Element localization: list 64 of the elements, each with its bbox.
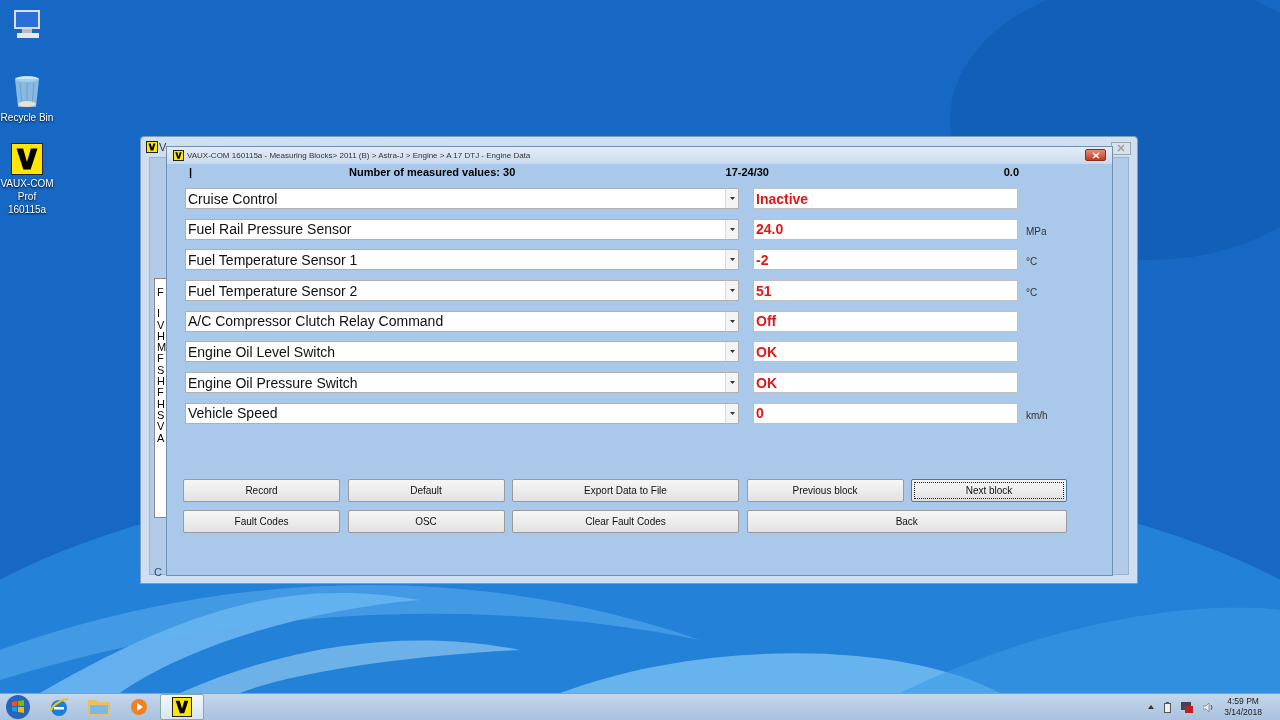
unit-label: °C [1026, 287, 1039, 299]
action-button[interactable]: OSC [347, 509, 505, 533]
value-field: Off [753, 310, 1018, 332]
close-button[interactable] [1085, 149, 1106, 161]
list-item: A [157, 432, 166, 444]
icon-label: VAUX-COM Prof 160115a [0, 177, 54, 216]
network-icon[interactable] [1181, 701, 1194, 713]
measured-values-count: Number of measured values: 30 [349, 166, 517, 178]
value-field: 0 [753, 402, 1018, 424]
action-button[interactable]: Back [746, 509, 1067, 533]
parameter-dropdown[interactable]: Engine Oil Pressure Switch [185, 372, 739, 394]
value-field: OK [753, 372, 1018, 394]
value-field: 24.0 [753, 218, 1018, 240]
value-field: 51 [753, 280, 1018, 302]
v-logo-icon[interactable] [11, 143, 43, 175]
window-title: VAUX-COM 160115a - Measuring Blocks> 2011 (B) > Astra-J > Engine > A 17 DTJ - Engine Data [187, 151, 531, 160]
recycle-bin-icon[interactable] [14, 75, 40, 109]
parameter-dropdown[interactable]: Cruise Control [185, 188, 739, 209]
parameter-dropdown[interactable]: Fuel Temperature Sensor 2 [185, 280, 739, 302]
v-logo-icon [172, 697, 192, 717]
parameter-dropdown[interactable]: Fuel Temperature Sensor 1 [185, 249, 739, 271]
value-field: -2 [753, 249, 1018, 271]
icon-label: Recycle Bin [0, 111, 54, 124]
v-logo-icon [173, 150, 184, 161]
list-item: H [157, 398, 166, 410]
value-field: Inactive [753, 188, 1018, 209]
taskbar-button[interactable] [160, 694, 204, 720]
list-item: S [157, 364, 166, 377]
battery-icon[interactable] [1164, 701, 1172, 713]
action-button[interactable]: Record [183, 478, 340, 502]
parameter-dropdown[interactable]: Fuel Rail Pressure Sensor [185, 218, 739, 240]
speaker-icon[interactable] [1203, 701, 1215, 713]
label: C [154, 566, 162, 578]
list-item: F [157, 353, 165, 365]
reading-value: 0.0 [1002, 166, 1019, 178]
block-range: 17-24/30 [724, 166, 769, 178]
list-item: I [157, 308, 162, 320]
list-item: M [157, 342, 168, 354]
value-field: OK [753, 341, 1018, 363]
action-button[interactable]: Default [347, 478, 505, 502]
action-button[interactable]: Fault Codes [183, 509, 340, 533]
close-icon [1091, 151, 1100, 159]
chevron-up-icon[interactable] [1148, 705, 1155, 709]
list-item: V [157, 319, 166, 331]
clock-date[interactable]: 3/14/2018 [1224, 707, 1262, 718]
unit-label: °C [1026, 256, 1039, 268]
close-icon [1117, 144, 1125, 152]
unit-label: MPa [1026, 225, 1048, 237]
list-item: H [157, 330, 166, 343]
action-button[interactable]: Export Data to File [512, 478, 739, 502]
action-button[interactable]: Clear Fault Codes [512, 509, 739, 533]
parameter-dropdown[interactable]: A/C Compressor Clutch Relay Command [185, 310, 739, 332]
list-item: F [157, 387, 165, 399]
parameter-dropdown[interactable]: Engine Oil Level Switch [185, 341, 739, 363]
list-item: H [157, 376, 166, 388]
parameter-dropdown[interactable]: Vehicle Speed [185, 402, 739, 424]
cursor-marker: | [189, 166, 194, 178]
action-button[interactable]: Previous block [746, 478, 904, 502]
list-item: V [157, 421, 166, 433]
clock-time[interactable]: 4:59 PM [1227, 696, 1259, 707]
action-button[interactable]: Next block [911, 478, 1067, 502]
v-logo-icon [146, 141, 158, 153]
window-title: V [159, 141, 167, 153]
unit-label: km/h [1026, 409, 1049, 421]
